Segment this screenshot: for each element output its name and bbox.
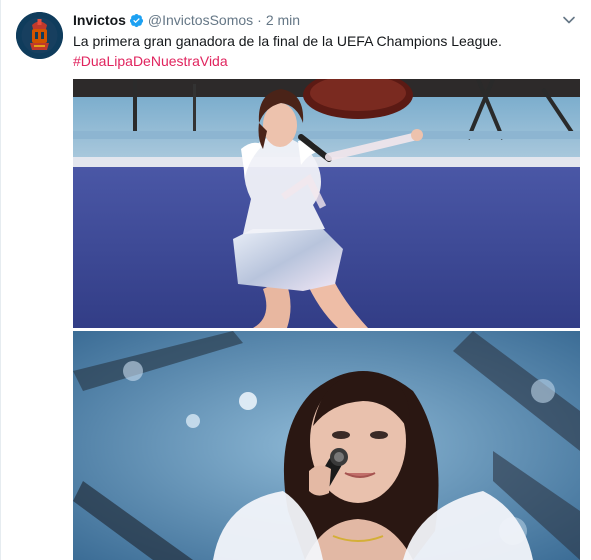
user-handle[interactable]: @InvictosSomos — [148, 12, 253, 28]
verified-badge-icon — [129, 13, 143, 27]
tweet-card[interactable]: Invictos @InvictosSomos · 2 min La prime… — [0, 0, 591, 560]
avatar[interactable] — [16, 12, 63, 59]
tweet-body: La primera gran ganadora de la final de … — [73, 33, 502, 49]
tweet-text: La primera gran ganadora de la final de … — [73, 31, 578, 71]
tweet-media[interactable] — [73, 79, 580, 560]
chevron-down-icon[interactable] — [561, 12, 577, 28]
tweet-header: Invictos @InvictosSomos · 2 min — [73, 10, 300, 30]
separator-dot: · — [257, 12, 262, 28]
photo-performer-closeup[interactable] — [73, 331, 580, 560]
invictos-logo — [16, 12, 63, 59]
photo-performer-full-body[interactable] — [73, 79, 580, 328]
display-name[interactable]: Invictos — [73, 12, 126, 28]
hashtag-link[interactable]: #DuaLipaDeNuestraVida — [73, 51, 578, 71]
timestamp[interactable]: 2 min — [266, 12, 300, 28]
